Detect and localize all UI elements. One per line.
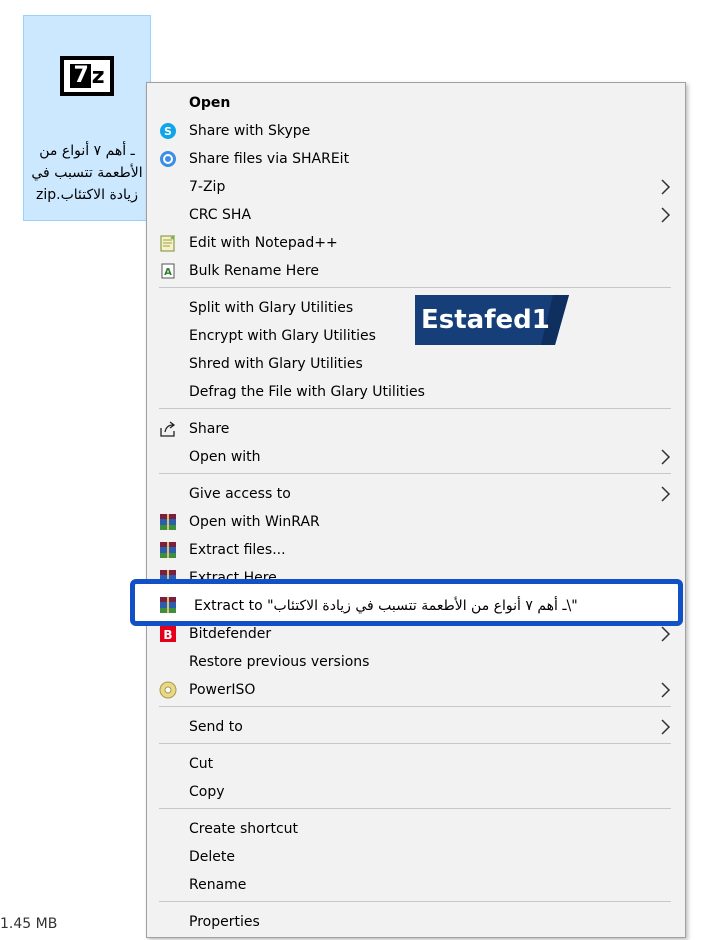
menu-item-extract-files[interactable]: Extract files... bbox=[147, 536, 685, 564]
menu-item-rename[interactable]: Rename bbox=[147, 871, 685, 899]
menu-item-send-to[interactable]: Send to bbox=[147, 713, 685, 741]
shareit-icon bbox=[160, 151, 176, 167]
menu-item-shareit[interactable]: Share files via SHAREit bbox=[147, 145, 685, 173]
menu-item-label: Encrypt with Glary Utilities bbox=[189, 328, 376, 344]
menu-item-defrag-glary[interactable]: Defrag the File with Glary Utilities bbox=[147, 378, 685, 406]
menu-item-label: CRC SHA bbox=[189, 207, 252, 223]
menu-item-label: Open bbox=[189, 95, 231, 111]
menu-item-label: Give access to bbox=[189, 486, 291, 502]
menu-separator bbox=[159, 901, 671, 902]
menu-item-label: Restore previous versions bbox=[189, 654, 370, 670]
menu-item-shred-glary[interactable]: Shred with Glary Utilities bbox=[147, 350, 685, 378]
svg-text:S: S bbox=[164, 125, 172, 138]
menu-item-label: Open with WinRAR bbox=[189, 514, 320, 530]
menu-item-open[interactable]: Open bbox=[147, 89, 685, 117]
menu-item-label: Extract to "ـ أهم ٧ أنواع من الأطعمة تتس… bbox=[194, 598, 578, 614]
svg-text:B: B bbox=[163, 628, 172, 642]
menu-item-label: Edit with Notepad++ bbox=[189, 235, 338, 251]
menu-item-properties[interactable]: Properties bbox=[147, 908, 685, 936]
menu-item-label: Delete bbox=[189, 849, 235, 865]
chevron-right-icon bbox=[661, 682, 671, 698]
menu-item-label: Share with Skype bbox=[189, 123, 311, 139]
menu-item-label: Create shortcut bbox=[189, 821, 299, 837]
skype-icon: S bbox=[160, 123, 176, 139]
menu-item-label: Rename bbox=[189, 877, 247, 893]
chevron-right-icon bbox=[661, 486, 671, 502]
menu-item-label: PowerISO bbox=[189, 682, 256, 698]
menu-item-label: Share files via SHAREit bbox=[189, 151, 350, 167]
menu-item-share-with-skype[interactable]: S Share with Skype bbox=[147, 117, 685, 145]
bitdefender-icon: B bbox=[160, 626, 176, 642]
menu-item-cut[interactable]: Cut bbox=[147, 750, 685, 778]
menu-separator bbox=[159, 408, 671, 409]
chevron-right-icon bbox=[661, 207, 671, 223]
file-name-label: ـ أهم ٧ أنواع من الأطعمة تتسبب في زيادة … bbox=[31, 143, 143, 203]
winrar-icon bbox=[160, 542, 176, 558]
menu-item-create-shortcut[interactable]: Create shortcut bbox=[147, 815, 685, 843]
svg-text:A: A bbox=[164, 267, 172, 278]
menu-item-restore-versions[interactable]: Restore previous versions bbox=[147, 648, 685, 676]
menu-separator bbox=[159, 743, 671, 744]
chevron-right-icon bbox=[661, 719, 671, 735]
chevron-right-icon bbox=[661, 626, 671, 642]
share-icon bbox=[160, 421, 176, 437]
menu-item-open-with[interactable]: Open with bbox=[147, 443, 685, 471]
menu-item-label: Open with bbox=[189, 449, 261, 465]
menu-item-label: Split with Glary Utilities bbox=[189, 300, 354, 316]
menu-item-extract-to-highlighted[interactable]: Extract to "ـ أهم ٧ أنواع من الأطعمة تتس… bbox=[130, 579, 683, 626]
menu-item-crc-sha[interactable]: CRC SHA bbox=[147, 201, 685, 229]
watermark-text: Estafed1 bbox=[421, 305, 550, 335]
menu-item-label: Bulk Rename Here bbox=[189, 263, 319, 279]
status-file-size: 1.45 MB bbox=[0, 916, 58, 932]
chevron-right-icon bbox=[661, 449, 671, 465]
menu-item-label: Properties bbox=[189, 914, 260, 930]
menu-item-label: Copy bbox=[189, 784, 225, 800]
menu-item-label: Share bbox=[189, 421, 230, 437]
winrar-icon bbox=[160, 597, 176, 613]
menu-item-poweriso[interactable]: PowerISO bbox=[147, 676, 685, 704]
menu-item-give-access[interactable]: Give access to bbox=[147, 480, 685, 508]
menu-separator bbox=[159, 287, 671, 288]
menu-item-bulk-rename[interactable]: A Bulk Rename Here bbox=[147, 257, 685, 285]
zip-file-tile[interactable]: 7z ـ أهم ٧ أنواع من الأطعمة تتسبب في زيا… bbox=[23, 15, 151, 221]
menu-item-label: Shred with Glary Utilities bbox=[189, 356, 363, 372]
menu-separator bbox=[159, 473, 671, 474]
menu-item-label: Send to bbox=[189, 719, 243, 735]
bulk-rename-icon: A bbox=[161, 263, 175, 279]
menu-item-7zip[interactable]: 7-Zip bbox=[147, 173, 685, 201]
menu-item-open-winrar[interactable]: Open with WinRAR bbox=[147, 508, 685, 536]
estafed1-watermark-logo: Estafed1 bbox=[415, 295, 569, 345]
menu-item-label: Defrag the File with Glary Utilities bbox=[189, 384, 425, 400]
menu-item-delete[interactable]: Delete bbox=[147, 843, 685, 871]
sevenzip-file-icon: 7z bbox=[60, 56, 114, 96]
menu-item-label: Cut bbox=[189, 756, 214, 772]
winrar-icon bbox=[160, 514, 176, 530]
menu-item-label: 7-Zip bbox=[189, 179, 226, 195]
menu-separator bbox=[159, 808, 671, 809]
chevron-right-icon bbox=[661, 179, 671, 195]
menu-item-share[interactable]: Share bbox=[147, 415, 685, 443]
notepadpp-icon bbox=[160, 235, 175, 252]
context-menu: Open S Share with Skype Share files via … bbox=[146, 82, 686, 938]
menu-item-label: Extract files... bbox=[189, 542, 286, 558]
poweriso-icon bbox=[159, 681, 177, 699]
menu-item-edit-notepadpp[interactable]: Edit with Notepad++ bbox=[147, 229, 685, 257]
menu-item-copy[interactable]: Copy bbox=[147, 778, 685, 806]
menu-item-label: Bitdefender bbox=[189, 626, 272, 642]
menu-separator bbox=[159, 706, 671, 707]
